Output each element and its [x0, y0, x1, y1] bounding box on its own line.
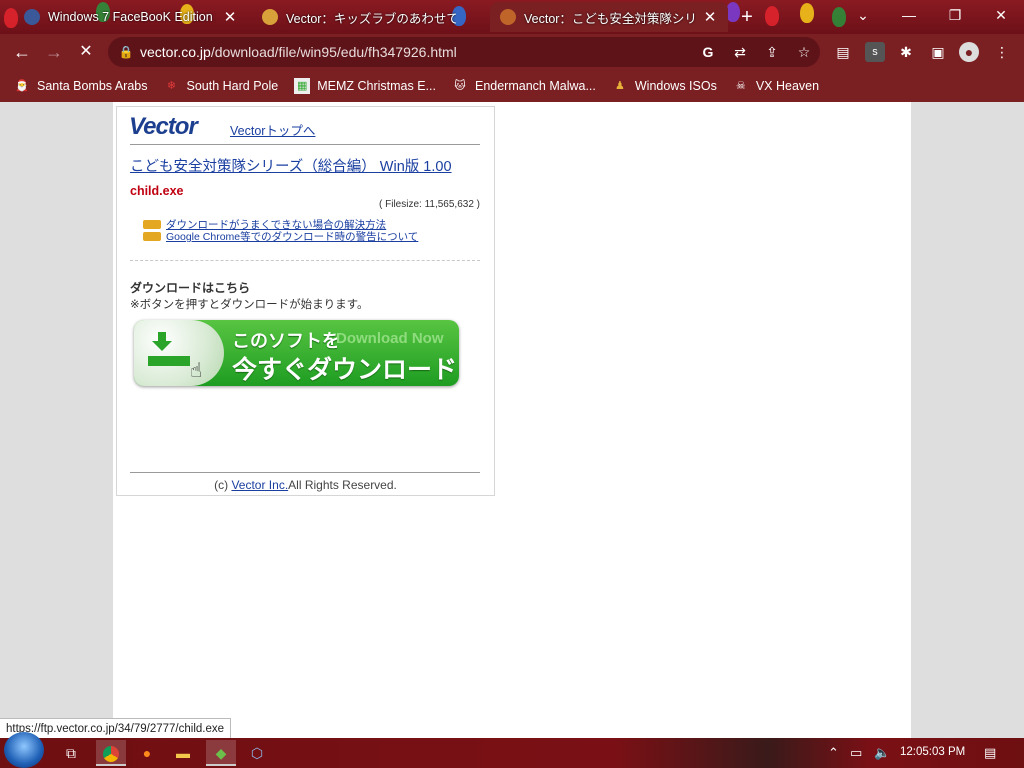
extension-flag-icon[interactable]: ▤	[833, 42, 853, 62]
new-tab-button[interactable]: +	[736, 6, 758, 28]
restore-button[interactable]: ❐	[932, 0, 978, 30]
show-hidden-icons-chevron-icon[interactable]: ⌃	[828, 745, 839, 761]
extensions-puzzle-icon[interactable]: ✱	[896, 42, 916, 62]
divider	[130, 472, 480, 473]
copyright-footer: (c) Vector Inc.All Rights Reserved.	[117, 478, 494, 492]
url-host: vector.co.jp	[140, 44, 211, 60]
page-viewport: Vector Vectorトップへ こども安全対策隊シリーズ（総合編） Win版…	[0, 102, 1024, 738]
bookmark-label: VX Heaven	[755, 79, 820, 93]
vector-logo[interactable]: Vector	[129, 113, 198, 141]
loading-favicon-icon	[500, 9, 516, 25]
menu-kebab-icon[interactable]: ⋮	[992, 42, 1012, 62]
copyright-prefix: (c)	[214, 478, 232, 492]
stop-loading-icon[interactable]: ✕	[70, 36, 102, 68]
file-explorer-icon[interactable]: ▬	[168, 740, 198, 766]
bookmark-santa-bombs-arabs[interactable]: 🎅 Santa Bombs Arabs	[14, 78, 147, 94]
close-window-button[interactable]: ✕	[978, 0, 1024, 30]
help-bullet-icon	[143, 220, 161, 229]
address-bar[interactable]: 🔒 vector.co.jp/download/file/win95/edu/f…	[108, 37, 820, 67]
minimize-button[interactable]: —	[886, 0, 932, 30]
bookmarks-bar: 🎅 Santa Bombs Arabs ❄ South Hard Pole ▦ …	[0, 70, 1024, 102]
back-arrow-icon[interactable]: ←	[6, 36, 38, 68]
help-row: Google Chrome等でのダウンロード時の警告について	[143, 229, 418, 244]
snowflake-icon: ❄	[166, 80, 177, 92]
tab-label: Vector：こども安全対策隊シリーズ(	[524, 11, 696, 26]
lock-icon[interactable]: 🔒	[112, 45, 140, 59]
windows-taskbar: ⧉ ● ▬ ◆ ⬡ ⌃ ▭ 🔈 12:05:03 PM ▤	[0, 732, 1024, 768]
vector-inc-link[interactable]: Vector Inc.	[231, 478, 288, 492]
image-icon: ▦	[294, 78, 311, 94]
vector-favicon-icon	[262, 9, 278, 25]
santa-icon: 🎅	[15, 80, 29, 92]
bookmark-label: Santa Bombs Arabs	[37, 79, 148, 93]
forward-arrow-icon[interactable]: →	[38, 36, 70, 68]
vector-top-link[interactable]: Vectorトップへ	[230, 120, 315, 139]
side-panel-icon[interactable]: ▣	[928, 42, 948, 62]
christmas-light-decoration	[800, 3, 814, 23]
bookmark-label: Endermanch Malwa...	[474, 79, 596, 93]
bookmark-label: Windows ISOs	[634, 79, 717, 93]
translate-icon[interactable]: ⇄	[724, 44, 756, 61]
bookmark-vx-heaven[interactable]: ☠ VX Heaven	[733, 78, 819, 94]
bookmark-star-icon[interactable]: ☆	[788, 44, 820, 61]
chrome-icon[interactable]	[96, 740, 126, 766]
download-button-line2: 今すぐダウンロード	[232, 356, 458, 384]
download-heading: ダウンロードはこちら	[130, 281, 251, 295]
help-bullet-icon	[143, 232, 161, 241]
tab-vector-kodomo-active[interactable]: Vector：こども安全対策隊シリーズ( ✕	[490, 2, 728, 32]
file-name: child.exe	[130, 184, 184, 198]
virtualbox-icon[interactable]: ⬡	[242, 740, 272, 766]
download-now-button[interactable]: ☝ このソフトを Download Now 今すぐダウンロード	[134, 320, 459, 386]
bookmark-label: South Hard Pole	[186, 79, 279, 93]
google-lens-icon[interactable]: G	[692, 44, 724, 60]
divider	[130, 144, 480, 145]
download-note: ※ボタンを押すとダウンロードが始まります。	[130, 299, 369, 311]
page-body: Vector Vectorトップへ こども安全対策隊シリーズ（総合編） Win版…	[113, 102, 911, 738]
browser-toolbar: ← → ✕ 🔒 vector.co.jp/download/file/win95…	[0, 34, 1024, 70]
bookmark-endermanch-malware[interactable]: 🐱 Endermanch Malwa...	[452, 78, 596, 94]
pointer-hand-icon: ☝	[190, 360, 203, 382]
file-size: ( Filesize: 11,565,632 )	[379, 199, 480, 210]
figure-icon: ♟	[614, 80, 625, 92]
start-button[interactable]	[4, 732, 44, 768]
close-icon[interactable]: ✕	[222, 8, 238, 26]
url-text[interactable]: vector.co.jp/download/file/win95/edu/fh3…	[140, 44, 692, 60]
taskbar-clock[interactable]: 12:05:03 PM	[900, 746, 965, 758]
notifications-icon[interactable]: ▤	[984, 745, 996, 761]
dashed-divider	[130, 260, 480, 261]
close-icon[interactable]: ✕	[702, 8, 718, 26]
tab-search-dropdown-button[interactable]: ⌄	[840, 0, 886, 30]
tab-windows7-facebook[interactable]: Windows 7 FaceBooK Edition 20 ✕	[14, 2, 248, 32]
cat-icon: 🐱	[454, 80, 466, 92]
share-icon[interactable]: ⇪	[756, 44, 788, 61]
bookmark-south-hard-pole[interactable]: ❄ South Hard Pole	[163, 78, 278, 94]
download-icon: ☝	[134, 320, 224, 386]
facebook-favicon-icon	[24, 9, 40, 25]
minecraft-icon[interactable]: ◆	[206, 740, 236, 766]
software-title-link[interactable]: こども安全対策隊シリーズ（総合編） Win版 1.00	[130, 155, 452, 176]
task-view-icon[interactable]: ⧉	[56, 740, 86, 766]
bookmark-memz-christmas[interactable]: ▦ MEMZ Christmas E...	[294, 78, 436, 94]
bookmark-windows-isos[interactable]: ♟ Windows ISOs	[612, 78, 717, 94]
christmas-light-decoration	[765, 6, 779, 26]
profile-avatar-icon[interactable]: ●	[959, 42, 979, 62]
download-card: Vector Vectorトップへ こども安全対策隊シリーズ（総合編） Win版…	[116, 106, 495, 496]
firefox-icon[interactable]: ●	[132, 740, 162, 766]
chrome-warning-link[interactable]: Google Chrome等でのダウンロード時の警告について	[166, 229, 418, 244]
volume-icon[interactable]: 🔈	[874, 745, 890, 761]
copyright-suffix: All Rights Reserved.	[288, 478, 397, 492]
skull-icon: ☠	[735, 80, 746, 92]
network-icon[interactable]: ▭	[850, 745, 862, 761]
url-path: /download/file/win95/edu/fh347926.html	[210, 44, 457, 60]
download-now-badge: Download Now	[336, 330, 444, 347]
tab-vector-kidslove[interactable]: Vector：キッズラブのあわせていくつ	[252, 2, 488, 32]
bookmark-label: MEMZ Christmas E...	[317, 79, 436, 93]
tab-label: Windows 7 FaceBooK Edition 20	[48, 10, 216, 24]
extension-s-icon[interactable]: s	[865, 42, 885, 62]
tab-strip: Windows 7 FaceBooK Edition 20 ✕ Vector：キ…	[0, 0, 1024, 34]
tab-label: Vector：キッズラブのあわせていくつ	[286, 11, 456, 26]
